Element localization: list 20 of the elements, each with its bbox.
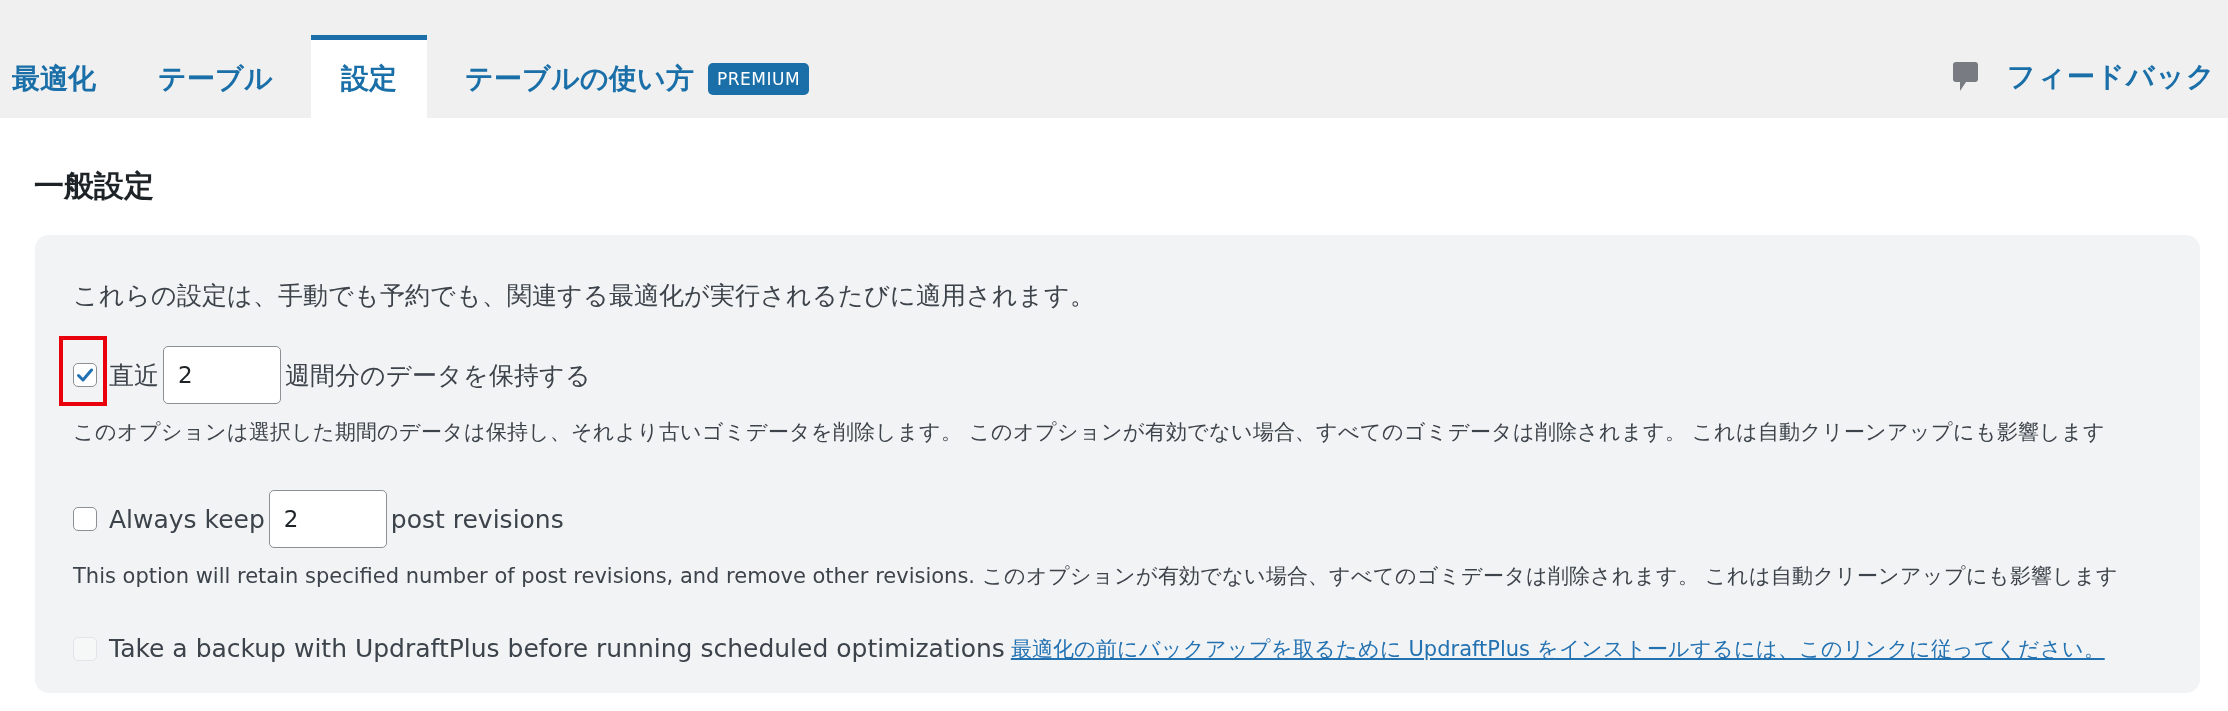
option-label: 週間分のデータを保持する	[285, 359, 591, 392]
tab[interactable]: テーブル	[134, 35, 297, 118]
intro-text: これらの設定は、手動でも予約でも、関連する最適化が実行されるたびに適用されます。	[73, 280, 1096, 312]
option-description: このオプションは選択した期間のデータは保持し、それより古いゴミデータを削除します。 このオプションが有効でない場合、すべてのゴミデータは削除されます。 これは自動クリーンアップにも影響します	[73, 419, 2107, 446]
option-label: 直近	[109, 359, 159, 392]
speech-bubble-icon	[1952, 60, 1979, 93]
checkbox[interactable]	[73, 363, 97, 387]
premium-badge: PREMIUM	[708, 63, 810, 95]
option-label: post revisions	[390, 504, 564, 534]
section-title: 一般設定	[34, 167, 154, 205]
number-field[interactable]: 2	[163, 346, 281, 404]
tab[interactable]: 最適化	[0, 35, 120, 118]
option-label: Take a backup with UpdraftPlus before running scheduled optimizations	[109, 634, 1005, 663]
checkbox[interactable]	[73, 507, 97, 531]
option-description: This option will retain specified number of post revisions, and remove other revisions. このオプションが有効でない場合、すべてのゴミデータは削除されます。 これは自動クリーンアップにも影響します	[73, 563, 2120, 590]
number-field[interactable]: 2	[268, 490, 387, 548]
option-label: Always keep	[109, 504, 265, 534]
tab[interactable]: 設定	[311, 35, 427, 118]
tab[interactable]: テーブルの使い方 PREMIUM	[441, 35, 834, 118]
feedback-link[interactable]: フィードバック	[2007, 57, 2216, 96]
